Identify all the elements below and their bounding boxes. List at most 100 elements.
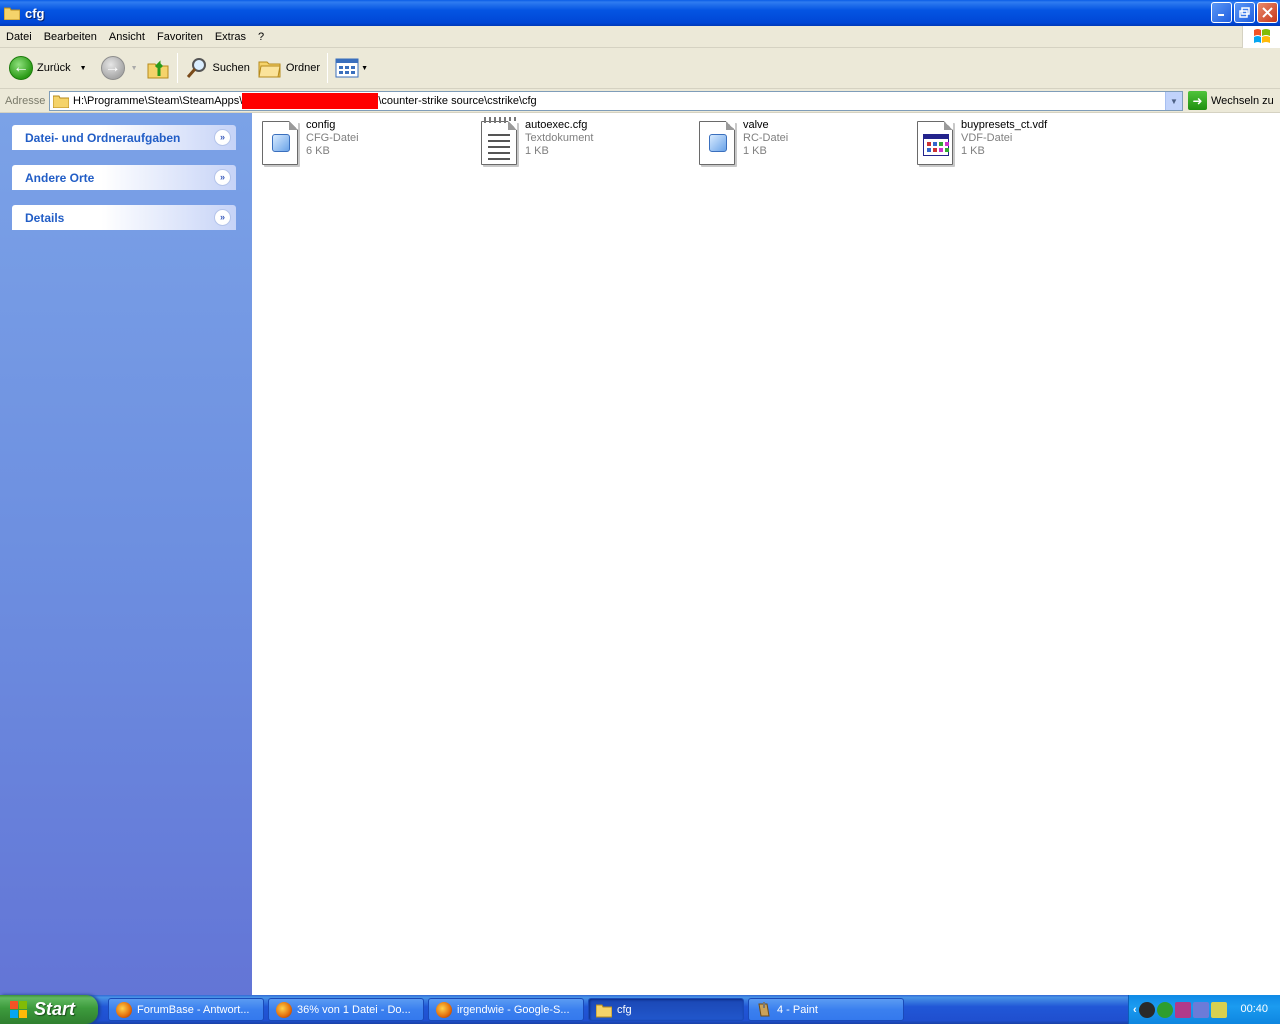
- file-item-buypresets[interactable]: buypresets_ct.vdf VDF-Datei 1 KB: [913, 117, 1123, 169]
- panel-title: Andere Orte: [25, 170, 95, 185]
- start-label: Start: [34, 999, 76, 1019]
- vdf-file-icon: [913, 117, 955, 167]
- task-label: 4 - Paint: [777, 1003, 818, 1016]
- file-name: autoexec.cfg: [525, 119, 588, 131]
- folder-icon: [3, 6, 21, 21]
- taskbar-button-cfg[interactable]: cfg: [588, 998, 744, 1021]
- expand-chevron-icon[interactable]: »: [214, 129, 231, 146]
- panel-title: Details: [25, 210, 65, 225]
- panel-file-and-folder-tasks[interactable]: Datei- und Ordneraufgaben »: [12, 125, 236, 150]
- folders-icon: [258, 61, 281, 78]
- file-item-valve[interactable]: valve RC-Datei 1 KB: [695, 117, 905, 169]
- file-size: 1 KB: [743, 145, 767, 157]
- file-size: 1 KB: [525, 145, 549, 157]
- task-label: cfg: [617, 1003, 632, 1016]
- folders-button[interactable]: Ordner: [254, 50, 324, 86]
- taskbar-button-google[interactable]: irgendwie - Google-S...: [428, 998, 584, 1021]
- file-item-config[interactable]: config CFG-Datei 6 KB: [258, 117, 468, 169]
- taskbar: Start ForumBase - Antwort... 36% von 1 D…: [0, 995, 1280, 1024]
- file-size: 6 KB: [306, 145, 330, 157]
- address-path: H:\Programme\Steam\SteamApps\ \counter-st…: [73, 93, 537, 109]
- paint-icon: [758, 1001, 770, 1016]
- menu-help[interactable]: ?: [252, 27, 270, 47]
- task-pane: Datei- und Ordneraufgaben » Andere Orte …: [0, 113, 252, 995]
- task-label: ForumBase - Antwort...: [137, 1003, 250, 1016]
- file-type: Textdokument: [525, 132, 594, 144]
- search-icon: [186, 58, 206, 78]
- rc-file-icon: [695, 117, 737, 167]
- views-icon: [335, 58, 359, 78]
- file-type: VDF-Datei: [961, 132, 1013, 144]
- expand-chevron-icon[interactable]: »: [214, 209, 231, 226]
- close-button[interactable]: [1257, 2, 1278, 23]
- forward-button[interactable]: → ▼: [97, 50, 142, 86]
- up-folder-button[interactable]: [142, 50, 174, 86]
- go-button[interactable]: ➜ Wechseln zu: [1188, 91, 1274, 110]
- panel-title: Datei- und Ordneraufgaben: [25, 130, 181, 145]
- restore-button[interactable]: [1234, 2, 1255, 23]
- chevron-down-icon[interactable]: ▼: [361, 65, 368, 72]
- file-list[interactable]: config CFG-Datei 6 KB autoexec.cfg Textd…: [252, 113, 1280, 995]
- network-icon[interactable]: [1174, 1001, 1191, 1018]
- forward-arrow-icon: →: [100, 56, 125, 80]
- firefox-icon: [436, 1001, 452, 1018]
- task-label: 36% von 1 Datei - Do...: [297, 1003, 411, 1016]
- windows-flag-icon: [10, 1000, 28, 1019]
- address-dropdown-button[interactable]: ▼: [1165, 92, 1182, 110]
- go-arrow-icon: ➜: [1188, 91, 1207, 110]
- file-type: CFG-Datei: [306, 132, 359, 144]
- file-type: RC-Datei: [743, 132, 789, 144]
- toolbar-separator: [176, 53, 178, 83]
- views-button[interactable]: ▼: [331, 50, 372, 86]
- address-path-start: H:\Programme\Steam\SteamApps\: [73, 95, 243, 107]
- toolbar: ← Zurück ▼ → ▼ Suchen Ordner ▼: [0, 48, 1280, 89]
- firefox-icon: [276, 1001, 292, 1018]
- taskbar-button-paint[interactable]: 4 - Paint: [748, 998, 904, 1021]
- menu-favoriten[interactable]: Favoriten: [151, 27, 209, 47]
- minimize-button[interactable]: [1211, 2, 1232, 23]
- redaction-mark: [242, 93, 379, 109]
- volume-icon[interactable]: [1192, 1001, 1209, 1018]
- address-label: Adresse: [5, 94, 46, 107]
- menu-ansicht[interactable]: Ansicht: [103, 27, 151, 47]
- text-document-icon: [477, 117, 519, 167]
- system-tray: ‹ 00:40: [1128, 995, 1280, 1024]
- panel-other-places[interactable]: Andere Orte »: [12, 165, 236, 190]
- go-label: Wechseln zu: [1211, 94, 1274, 107]
- menu-datei[interactable]: Datei: [0, 27, 38, 47]
- steam-icon[interactable]: [1138, 1001, 1155, 1018]
- folders-label: Ordner: [285, 62, 321, 74]
- folder-icon: [53, 95, 69, 108]
- back-button[interactable]: ← Zurück ▼: [5, 50, 91, 86]
- expand-chevron-icon[interactable]: »: [214, 169, 231, 186]
- chevron-down-icon[interactable]: ▼: [80, 65, 87, 72]
- chevron-down-icon[interactable]: ▼: [131, 65, 138, 72]
- file-name: config: [306, 119, 336, 131]
- search-button[interactable]: Suchen: [181, 50, 254, 86]
- security-icon[interactable]: [1156, 1001, 1173, 1018]
- tray-expand-icon[interactable]: ‹: [1133, 1004, 1137, 1016]
- address-field[interactable]: H:\Programme\Steam\SteamApps\ \counter-st…: [49, 91, 1183, 111]
- menu-bearbeiten[interactable]: Bearbeiten: [38, 27, 103, 47]
- window-title: cfg: [25, 5, 45, 21]
- file-item-autoexec[interactable]: autoexec.cfg Textdokument 1 KB: [477, 117, 687, 169]
- taskbar-button-download[interactable]: 36% von 1 Datei - Do...: [268, 998, 424, 1021]
- update-icon[interactable]: [1210, 1001, 1227, 1018]
- file-name: buypresets_ct.vdf: [961, 119, 1048, 131]
- clock[interactable]: 00:40: [1240, 1003, 1268, 1015]
- up-folder-icon: [147, 60, 168, 79]
- start-button[interactable]: Start: [0, 995, 98, 1024]
- address-bar: Adresse H:\Programme\Steam\SteamApps\ \co…: [0, 89, 1280, 113]
- taskbar-button-forumbase[interactable]: ForumBase - Antwort...: [108, 998, 264, 1021]
- back-label: Zurück: [37, 62, 71, 74]
- firefox-icon: [116, 1001, 132, 1018]
- file-name: valve: [743, 119, 769, 131]
- menu-extras[interactable]: Extras: [209, 27, 252, 47]
- toolbar-separator: [327, 53, 329, 83]
- menu-bar: Datei Bearbeiten Ansicht Favoriten Extra…: [0, 26, 1280, 48]
- cfg-file-icon: [258, 117, 300, 167]
- folder-icon: [596, 1004, 612, 1017]
- panel-details[interactable]: Details »: [12, 205, 236, 230]
- task-label: irgendwie - Google-S...: [457, 1003, 570, 1016]
- title-bar[interactable]: cfg: [0, 0, 1280, 26]
